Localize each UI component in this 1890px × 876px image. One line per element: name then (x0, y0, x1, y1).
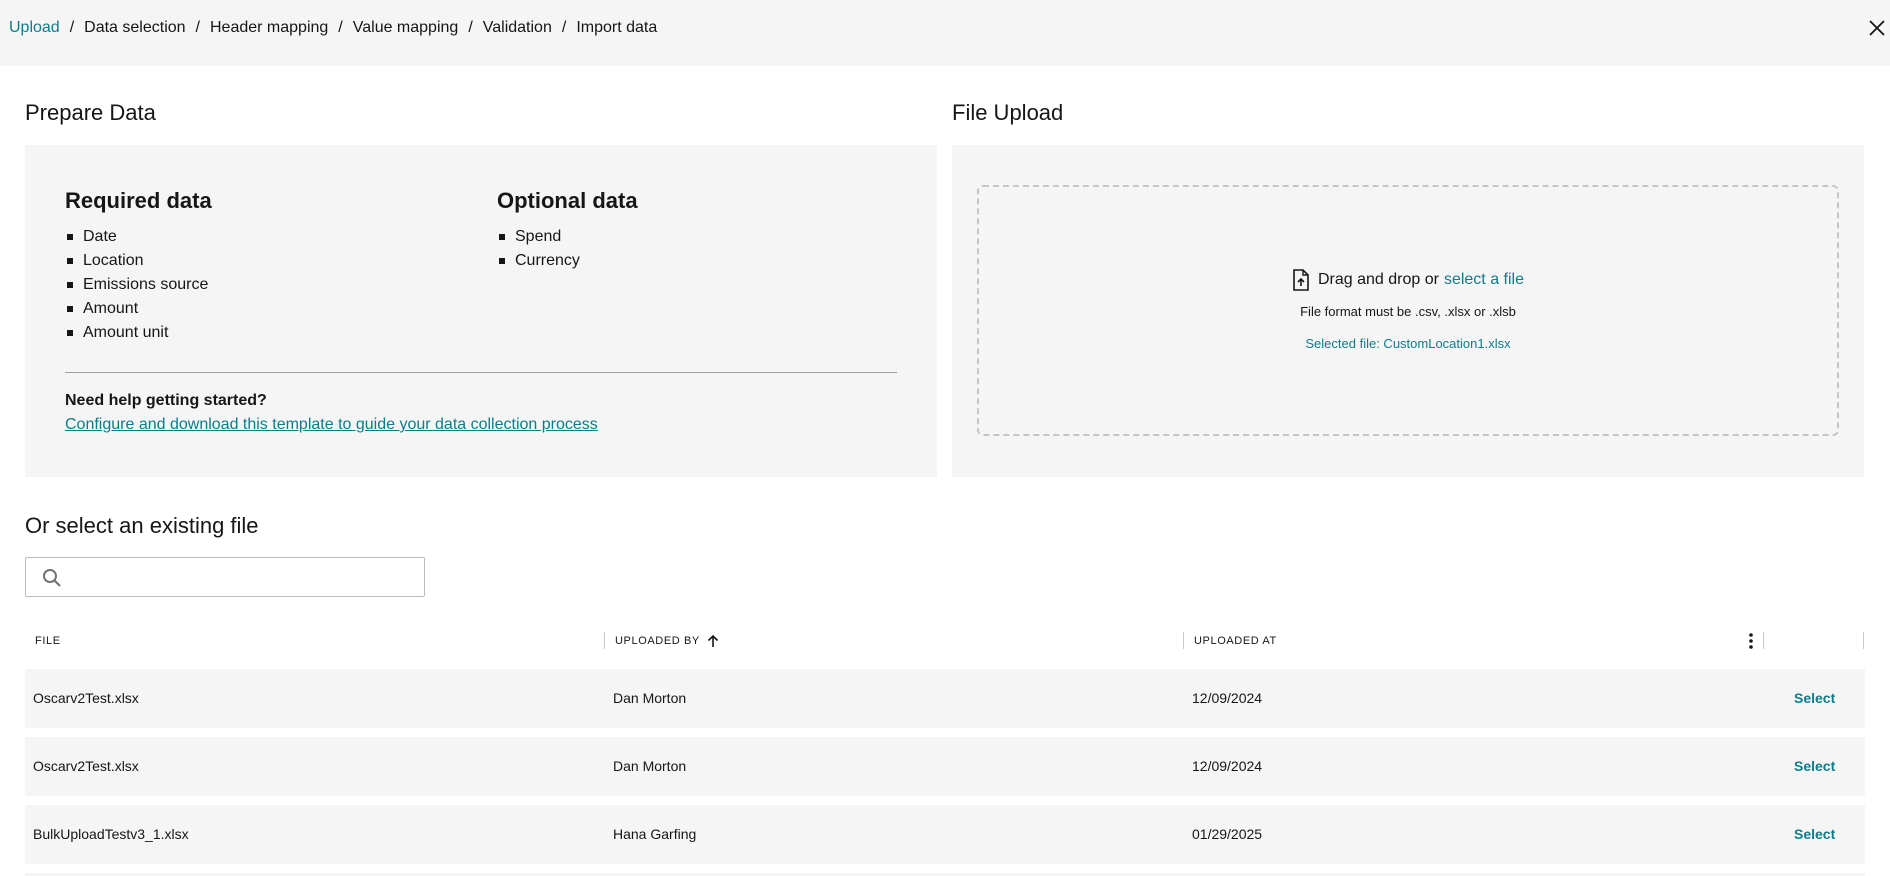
search-input[interactable] (76, 562, 416, 592)
breadcrumb-separator: / (338, 19, 343, 36)
close-button[interactable] (1866, 17, 1888, 39)
column-header-uploaded-by[interactable]: UPLOADED BY (615, 634, 720, 648)
breadcrumb-header-mapping: Header mapping (210, 19, 329, 36)
list-item: Spend (497, 225, 580, 249)
list-item: Date (65, 225, 208, 249)
uploaded-at-cell: 12/09/2024 (1192, 690, 1263, 706)
prepare-data-title: Prepare Data (25, 100, 156, 125)
breadcrumb-separator: / (468, 19, 473, 36)
breadcrumb-separator: / (195, 19, 200, 36)
list-item: Amount unit (65, 321, 208, 345)
breadcrumb-upload[interactable]: Upload (9, 18, 60, 38)
breadcrumb-separator: / (561, 19, 567, 36)
sort-ascending-icon (707, 634, 718, 647)
table-row: BulkUploadTestv3_1.xlsx Hana Garfing 01/… (25, 805, 1865, 864)
breadcrumb-value-mapping: Value mapping (352, 19, 459, 36)
optional-data-title: Optional data (497, 188, 638, 213)
table-row: Oscarv2Test.xlsx Dan Morton 12/09/2024 S… (25, 737, 1865, 796)
required-data-list: Date Location Emissions source Amount Am… (65, 225, 208, 345)
table-header: FILE UPLOADED BY UPLOADED AT (25, 628, 1865, 654)
uploaded-by-cell: Dan Morton (613, 690, 687, 706)
table-row: Oscarv2Test.xlsx Dan Morton 12/09/2024 S… (25, 669, 1865, 728)
uploaded-at-cell: 01/29/2025 (1192, 826, 1263, 842)
column-header-file[interactable]: FILE (35, 634, 61, 648)
top-bar: Upload / Data selection / Header mapping… (0, 0, 1890, 66)
existing-file-title: Or select an existing file (25, 513, 259, 538)
file-upload-title: File Upload (952, 100, 1064, 125)
list-item: Emissions source (65, 273, 208, 297)
select-button[interactable]: Select (1794, 757, 1835, 775)
search-box (25, 557, 425, 597)
drag-drop-text: Drag and drop or (1317, 271, 1439, 288)
breadcrumb-data-selection: Data selection (84, 19, 186, 36)
divider (65, 372, 897, 373)
list-item: Location (65, 249, 208, 273)
breadcrumb-import-data: Import data (576, 19, 658, 36)
column-header-uploaded-at[interactable]: UPLOADED AT (1194, 634, 1277, 648)
close-icon (1869, 20, 1885, 36)
template-download-link[interactable]: Configure and download this template to … (65, 414, 598, 436)
select-file-link[interactable]: select a file (1444, 269, 1524, 291)
overflow-menu-icon[interactable] (1742, 631, 1760, 651)
uploaded-by-cell: Dan Morton (613, 758, 687, 774)
list-item: Amount (65, 297, 208, 321)
file-cell: BulkUploadTestv3_1.xlsx (33, 826, 189, 842)
uploaded-at-cell: 12/09/2024 (1192, 758, 1263, 774)
select-button[interactable]: Select (1794, 689, 1835, 707)
list-item: Currency (497, 249, 580, 273)
help-title: Need help getting started? (65, 392, 267, 409)
dropzone-prompt: Drag and drop or select a file (979, 269, 1837, 291)
breadcrumb-validation: Validation (482, 19, 552, 36)
search-icon (43, 569, 61, 587)
column-header-label: UPLOADED BY (615, 635, 700, 647)
file-dropzone[interactable]: Drag and drop or select a file File form… (977, 185, 1839, 436)
column-divider (1183, 632, 1184, 649)
uploaded-by-cell: Hana Garfing (613, 826, 697, 842)
selected-file-text: Selected file: CustomLocation1.xlsx (1305, 336, 1511, 351)
file-cell: Oscarv2Test.xlsx (33, 758, 139, 774)
file-cell: Oscarv2Test.xlsx (33, 690, 139, 706)
column-divider (1763, 632, 1764, 649)
file-upload-icon (1293, 269, 1309, 291)
breadcrumb-separator: / (69, 19, 75, 36)
file-format-text: File format must be .csv, .xlsx or .xlsb (1300, 304, 1516, 319)
column-divider (604, 632, 605, 649)
breadcrumb: Upload / Data selection / Header mapping… (9, 18, 657, 38)
column-divider (1863, 632, 1864, 649)
select-button[interactable]: Select (1794, 825, 1835, 843)
required-data-title: Required data (65, 188, 212, 213)
optional-data-list: Spend Currency (497, 225, 580, 273)
